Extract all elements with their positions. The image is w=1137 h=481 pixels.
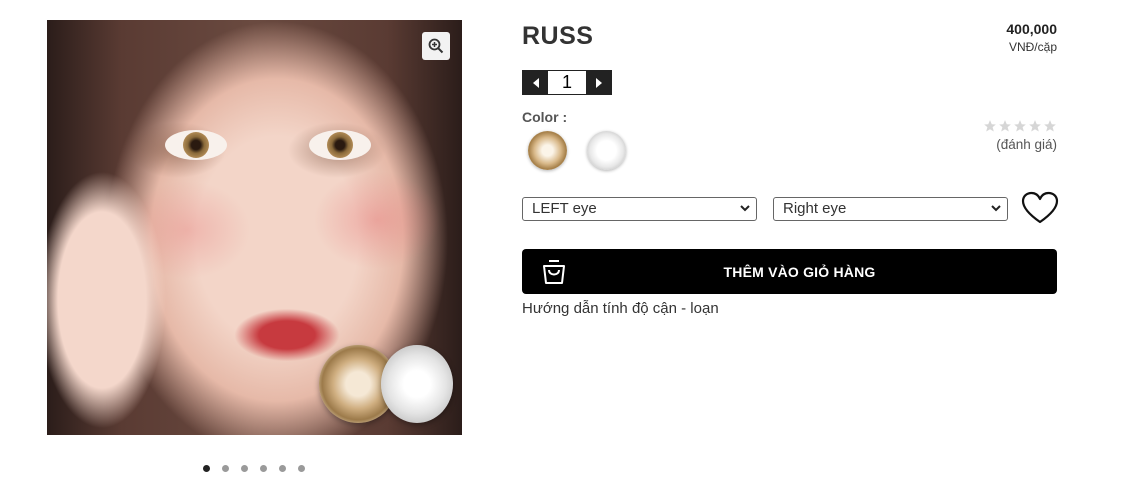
wishlist-heart-icon[interactable] — [1021, 191, 1059, 225]
prescription-guide-link[interactable]: Hướng dẫn tính độ cận - loạn — [522, 300, 719, 317]
color-swatch-brown[interactable] — [528, 131, 567, 170]
product-title: RUSS — [522, 22, 594, 50]
product-image[interactable] — [47, 20, 462, 435]
price-block: 400,000 VNĐ/cặp — [1006, 21, 1057, 54]
quantity-stepper: 1 — [522, 70, 612, 95]
price-amount: 400,000 — [1006, 21, 1057, 37]
rating-stars[interactable] — [983, 119, 1057, 133]
caret-left-icon — [532, 77, 539, 88]
rating-block: (đánh giá) — [983, 119, 1057, 152]
quantity-input[interactable]: 1 — [548, 71, 586, 94]
model-left-eye — [165, 130, 227, 160]
right-eye-select[interactable]: Right eye — [773, 197, 1008, 221]
gallery-dot[interactable] — [203, 465, 210, 472]
add-to-cart-button[interactable]: THÊM VÀO GIỎ HÀNG — [522, 249, 1057, 294]
lens-sample-gray — [381, 345, 453, 423]
left-eye-select[interactable]: LEFT eye — [522, 197, 757, 221]
chevron-down-icon — [991, 205, 1001, 212]
star-icon — [999, 120, 1011, 132]
star-icon — [1014, 120, 1026, 132]
right-eye-select-value: Right eye — [783, 200, 847, 217]
rating-count[interactable]: (đánh giá) — [983, 137, 1057, 152]
quantity-decrease-button[interactable] — [523, 71, 548, 94]
caret-right-icon — [595, 77, 602, 88]
model-right-eye — [309, 130, 371, 160]
star-icon — [1044, 120, 1056, 132]
gallery-dots — [203, 465, 305, 472]
color-label: Color : — [522, 109, 568, 125]
gallery-dot[interactable] — [241, 465, 248, 472]
gallery-dot[interactable] — [279, 465, 286, 472]
add-to-cart-label: THÊM VÀO GIỎ HÀNG — [723, 263, 876, 280]
shopping-bag-icon — [543, 260, 565, 284]
gallery-dot[interactable] — [298, 465, 305, 472]
model-hand — [47, 150, 187, 435]
star-icon — [984, 120, 996, 132]
gallery-dot[interactable] — [222, 465, 229, 472]
quantity-increase-button[interactable] — [586, 71, 611, 94]
zoom-in-button[interactable] — [422, 32, 450, 60]
zoom-in-icon — [428, 38, 444, 54]
color-swatch-gray[interactable] — [587, 131, 626, 170]
chevron-down-icon — [740, 205, 750, 212]
price-unit: VNĐ/cặp — [1008, 40, 1057, 54]
star-icon — [1029, 120, 1041, 132]
left-eye-select-value: LEFT eye — [532, 200, 597, 217]
gallery-dot[interactable] — [260, 465, 267, 472]
